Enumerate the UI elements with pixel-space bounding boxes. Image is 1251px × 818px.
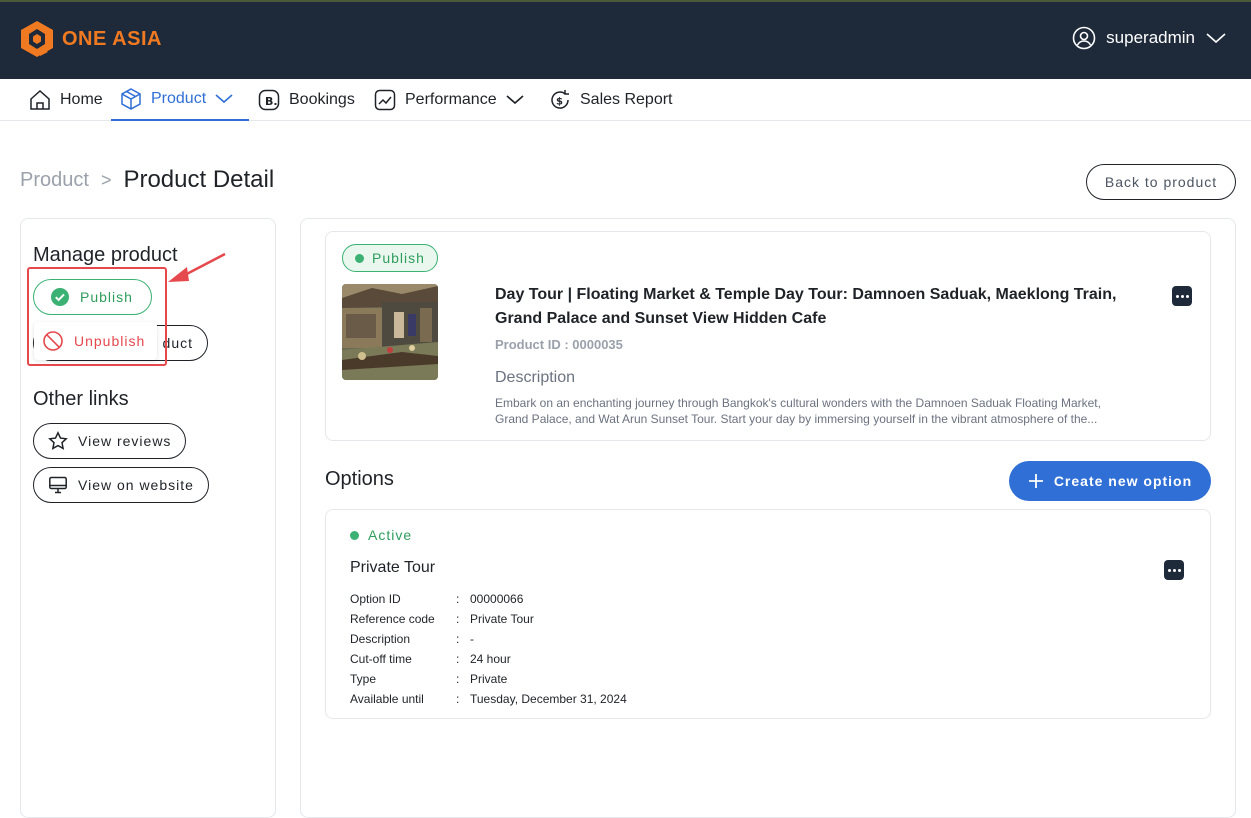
nav-sales-report-label: Sales Report <box>580 91 673 108</box>
brand-name: ONE ASIA <box>62 27 162 50</box>
create-new-option-label: Create new option <box>1053 473 1193 489</box>
option-row-available: Available until : Tuesday, December 31, … <box>350 689 627 709</box>
plus-icon <box>1028 474 1043 488</box>
product-title: Day Tour | Floating Market & Temple Day … <box>495 286 1117 327</box>
svg-text:$: $ <box>556 97 563 108</box>
more-dot <box>1175 294 1179 298</box>
nav-product-label: Product <box>151 90 207 107</box>
view-on-website-button[interactable]: View on website <box>33 467 209 503</box>
product-id: Product ID : 0000035 <box>495 337 623 352</box>
breadcrumb: Product > Product Detail <box>20 166 274 194</box>
option-colon: : <box>456 672 460 686</box>
option-status-label: Active <box>368 527 413 543</box>
chevron-down-icon <box>506 95 524 105</box>
option-value: Private Tour <box>470 612 534 626</box>
option-value: 24 hour <box>470 652 511 666</box>
option-colon: : <box>456 592 460 606</box>
monitor-icon <box>49 476 67 494</box>
nav-home[interactable]: Home <box>28 79 103 121</box>
manage-product-heading: Manage product <box>33 244 178 266</box>
floating-market-image <box>342 284 438 380</box>
other-links-heading: Other links <box>33 388 129 410</box>
user-menu[interactable]: superadmin <box>1072 26 1227 50</box>
back-to-product-button[interactable]: Back to product <box>1086 164 1236 200</box>
nav-sales-report[interactable]: $ Sales Report <box>548 79 673 121</box>
product-status-badge: Publish <box>342 244 438 272</box>
status-dot <box>350 530 359 540</box>
option-colon: : <box>456 612 460 626</box>
option-key: Reference code <box>350 612 435 626</box>
nav-performance-label: Performance <box>405 91 497 108</box>
option-row-type: Type : Private <box>350 669 627 689</box>
option-colon: : <box>456 692 460 706</box>
description-heading: Description <box>495 369 576 386</box>
hidden-product-button-label: duct <box>162 335 193 351</box>
nav-product[interactable]: Product <box>111 79 249 121</box>
option-value: - <box>470 632 474 646</box>
option-more-button[interactable] <box>1164 560 1184 580</box>
bookings-icon: B. <box>258 89 280 111</box>
breadcrumb-separator: > <box>100 169 112 190</box>
option-row-description: Description : - <box>350 629 627 649</box>
option-colon: : <box>456 652 460 666</box>
brand-logo-icon <box>21 21 53 57</box>
product-status-label: Publish <box>372 250 425 266</box>
more-dot <box>1180 294 1184 298</box>
option-status-badge: Active <box>350 527 412 543</box>
product-description: Embark on an enchanting journey through … <box>495 396 1101 426</box>
more-dot <box>1185 294 1189 298</box>
page-title: Product Detail <box>123 166 275 193</box>
username: superadmin <box>1106 28 1195 47</box>
chevron-down-icon <box>215 94 233 104</box>
nav-performance[interactable]: Performance <box>373 79 525 121</box>
create-new-option-button[interactable]: Create new option <box>1009 461 1211 501</box>
home-icon <box>30 89 50 110</box>
option-key: Description <box>350 632 411 646</box>
more-dot <box>1177 568 1181 572</box>
option-row-id: Option ID : 00000066 <box>350 589 627 609</box>
chevron-down-icon <box>1206 33 1226 44</box>
box-icon <box>121 88 141 110</box>
option-key: Available until <box>350 692 424 706</box>
option-row-cutoff: Cut-off time : 24 hour <box>350 649 627 669</box>
nav-bookings[interactable]: B. Bookings <box>257 79 355 121</box>
view-on-website-label: View on website <box>78 477 194 493</box>
option-colon: : <box>456 632 460 646</box>
option-value: Private <box>470 672 508 686</box>
option-key: Type <box>350 672 377 686</box>
more-dot <box>1172 568 1176 572</box>
option-key: Cut-off time <box>350 652 412 666</box>
more-dot <box>1167 568 1171 572</box>
view-reviews-button[interactable]: View reviews <box>33 423 187 459</box>
star-icon <box>48 431 68 450</box>
trend-chart-icon <box>374 89 396 111</box>
user-avatar-icon <box>1072 26 1096 50</box>
annotation-arrow <box>168 252 226 282</box>
top-header: ONE ASIA superadmin <box>0 0 1251 79</box>
status-dot <box>355 253 364 263</box>
breadcrumb-parent[interactable]: Product <box>20 169 89 192</box>
main-nav: Home Product B. Bookings Performance $ S… <box>0 79 1251 121</box>
option-title: Private Tour <box>350 559 436 576</box>
product-more-button[interactable] <box>1172 286 1192 306</box>
dollar-refresh-icon: $ <box>551 90 569 109</box>
option-row-reference: Reference code : Private Tour <box>350 609 627 629</box>
options-heading: Options <box>325 468 394 490</box>
svg-text:B.: B. <box>265 95 278 108</box>
nav-bookings-label: Bookings <box>289 91 355 108</box>
brand-logo[interactable]: ONE ASIA <box>20 20 162 58</box>
nav-home-label: Home <box>60 91 103 108</box>
view-reviews-label: View reviews <box>78 433 172 449</box>
product-thumbnail <box>342 284 438 380</box>
highlight-box <box>27 267 167 366</box>
option-key: Option ID <box>350 592 401 606</box>
option-details: Option ID : 00000066 Reference code : Pr… <box>350 589 627 709</box>
option-value: 00000066 <box>470 592 524 606</box>
option-value: Tuesday, December 31, 2024 <box>470 692 627 706</box>
